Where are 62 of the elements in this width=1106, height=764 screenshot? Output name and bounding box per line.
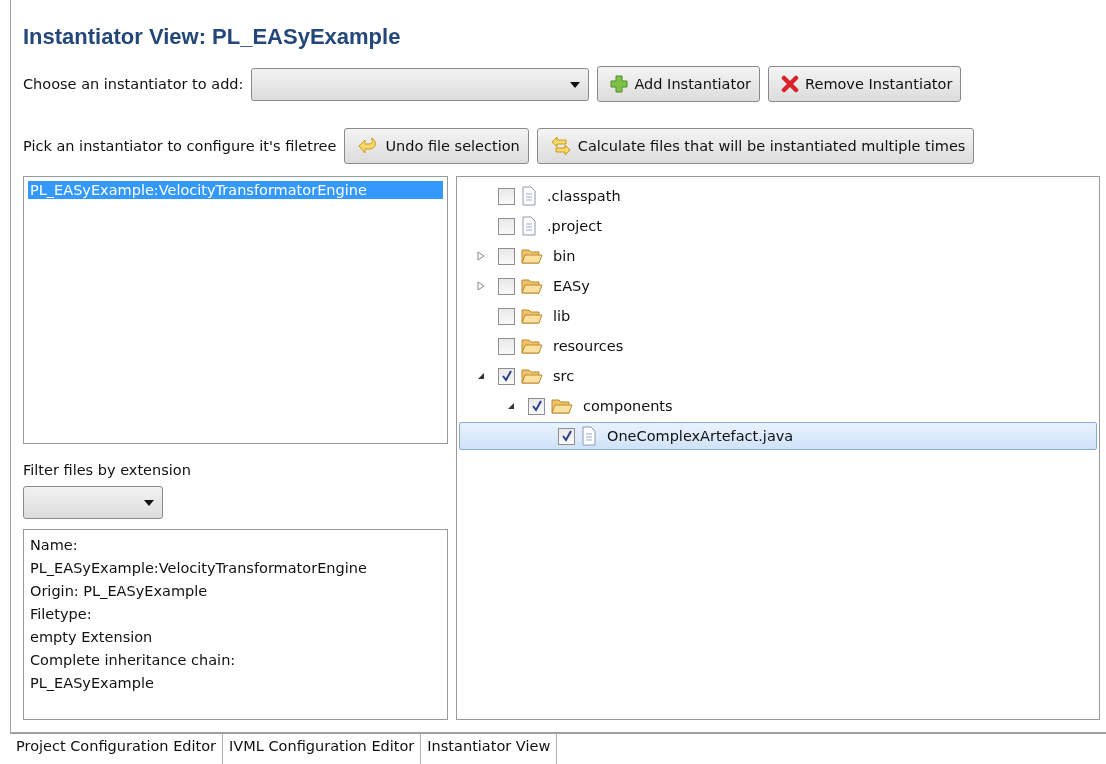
info-line: Complete inheritance chain:: [30, 651, 237, 670]
collapsed-triangle-icon[interactable]: [477, 251, 485, 261]
checkbox[interactable]: [498, 187, 515, 205]
folder-icon: [521, 247, 543, 265]
tree-item-label: .classpath: [547, 188, 621, 204]
folder-icon: [521, 277, 543, 295]
file-icon: [521, 186, 537, 206]
info-line: PL_EASyExample: [30, 674, 155, 693]
toolbar-button[interactable]: Calculate files that will be instantiated multiple times: [536, 128, 975, 164]
tree-item-label: bin: [553, 248, 576, 264]
checkbox[interactable]: [498, 337, 515, 355]
tree-row[interactable]: bin: [459, 242, 1097, 270]
toolbar-button[interactable]: Undo file selection: [344, 128, 529, 164]
close-icon: [781, 75, 800, 93]
caret-icon: [570, 81, 581, 88]
filter-label: Filter files by extension: [23, 462, 192, 478]
info-line: Origin: PL_EASyExample: [30, 582, 209, 601]
checkbox[interactable]: [498, 277, 515, 295]
tree-row[interactable]: .classpath: [459, 182, 1097, 210]
tree-item-label: lib: [553, 308, 571, 324]
info-line: PL_EASyExample:VelocityTransformatorEngine: [30, 559, 368, 578]
folder-icon: [521, 367, 543, 385]
checkbox[interactable]: [498, 367, 515, 385]
info-line: Filetype:: [30, 605, 93, 624]
expanded-triangle-icon[interactable]: [477, 372, 485, 380]
tree-row[interactable]: resources: [459, 332, 1097, 360]
file-icon: [581, 426, 597, 446]
checkbox[interactable]: [558, 427, 575, 445]
plus-icon: [610, 75, 629, 93]
checkbox[interactable]: [528, 397, 545, 415]
tree-item-label: components: [583, 398, 673, 414]
tree-row[interactable]: lib: [459, 302, 1097, 330]
tree-item-label: OneComplexArtefact.java: [607, 428, 794, 444]
extension-dropdown[interactable]: [23, 486, 163, 519]
tree-item-label: EASy: [553, 278, 590, 294]
tree-row[interactable]: EASy: [459, 272, 1097, 300]
tree-item-label: resources: [553, 338, 624, 354]
file-icon: [521, 216, 537, 236]
tree-row[interactable]: components: [459, 392, 1097, 420]
info-line: Name:: [30, 536, 79, 555]
tree-row[interactable]: OneComplexArtefact.java: [459, 422, 1097, 450]
info-line: empty Extension: [30, 628, 154, 647]
toolbar-button[interactable]: Remove Instantiator: [768, 66, 962, 102]
folder-icon: [521, 337, 543, 355]
expanded-triangle-icon[interactable]: [507, 402, 515, 410]
checkbox[interactable]: [498, 247, 515, 265]
tree-row[interactable]: .project: [459, 212, 1097, 240]
folder-icon: [521, 307, 543, 325]
swap-arrows-icon: [549, 136, 572, 156]
view-title: Instantiator View: PL_EASyExample: [23, 24, 402, 50]
caret-icon: [144, 500, 154, 506]
add-label: Choose an instantiator to add:: [23, 76, 244, 92]
folder-icon: [551, 397, 573, 415]
tree-row[interactable]: src: [459, 362, 1097, 390]
instantiator-dropdown[interactable]: [251, 67, 590, 101]
tree-item-label: src: [553, 368, 575, 384]
tree-item-label: .project: [547, 218, 602, 234]
checkbox[interactable]: [498, 217, 515, 235]
collapsed-triangle-icon[interactable]: [477, 281, 485, 291]
pick-label: Pick an instantiator to configure it's filetree: [23, 138, 337, 154]
toolbar-button[interactable]: Add Instantiator: [597, 66, 761, 102]
checkbox[interactable]: [498, 307, 515, 325]
